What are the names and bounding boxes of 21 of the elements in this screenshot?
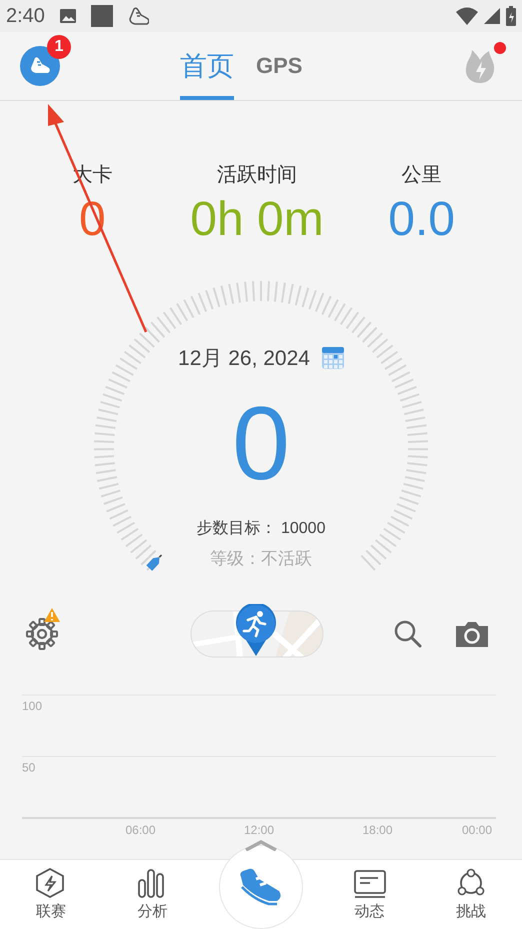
y-tick-label: 50 xyxy=(22,760,36,774)
x-tick-label: 00:00 xyxy=(462,823,492,837)
y-tick-label: 100 xyxy=(22,699,42,713)
x-tick-label: 12:00 xyxy=(244,823,274,837)
activity-grade: 等级：不活跃 xyxy=(210,548,312,570)
step-goal: 步数目标： 10000 xyxy=(196,518,326,539)
nav-item[interactable]: 联赛 xyxy=(16,868,86,921)
notification-badge: 1 xyxy=(47,35,71,59)
stat-label: 公里 xyxy=(402,163,442,188)
nav-item[interactable]: 分析 xyxy=(117,868,188,921)
nav-item[interactable]: 动态 xyxy=(334,868,405,921)
clock-time: 2:40 xyxy=(6,4,45,28)
x-tick-label: 06:00 xyxy=(125,823,156,837)
stat-label: 活跃时间 xyxy=(216,163,297,188)
stat-value: 0h 0m xyxy=(190,192,324,247)
stat-value: 0.0 xyxy=(388,192,455,247)
x-tick-label: 18:00 xyxy=(362,823,393,837)
date-text: 12月 26, 2024 xyxy=(178,346,310,372)
tab[interactable]: GPS xyxy=(256,32,302,100)
step-count: 0 xyxy=(232,392,290,496)
nav-item[interactable]: 挑战 xyxy=(436,868,506,921)
